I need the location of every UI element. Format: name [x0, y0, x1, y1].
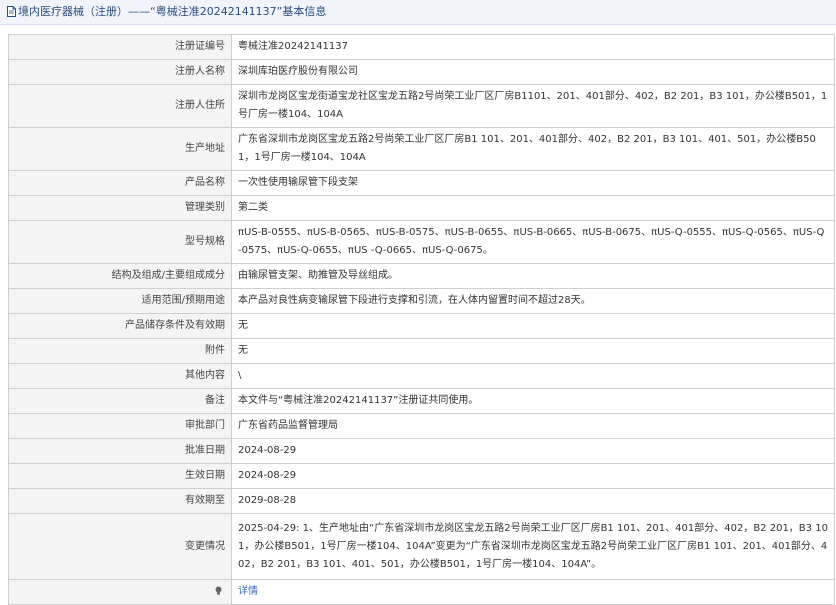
- field-value-expiry-date: 2029-08-28: [231, 488, 835, 514]
- field-value-product-name: 一次性使用输尿管下段支架: [231, 170, 835, 196]
- field-label-reg-number: 注册证编号: [8, 34, 232, 60]
- field-label-registrant-address: 注册人住所: [8, 84, 232, 128]
- table-row: 管理类别 第二类: [8, 195, 835, 221]
- field-label-attachment: 附件: [8, 338, 232, 364]
- field-label-production-address: 生产地址: [8, 127, 232, 171]
- field-label-approval-dept: 审批部门: [8, 413, 232, 439]
- page: 境内医疗器械（注册）——“粤械注准20242141137”基本信息 注册证编号粤…: [0, 0, 836, 605]
- field-label-management-class: 管理类别: [8, 195, 232, 221]
- field-value-registrant-name: 深圳库珀医疗股份有限公司: [231, 59, 835, 85]
- field-label-registrant-name: 注册人名称: [8, 59, 232, 85]
- table-row: 审批部门 广东省药品监督管理局: [8, 413, 835, 439]
- field-value-approval-date: 2024-08-29: [231, 438, 835, 464]
- field-label-other: 其他内容: [8, 363, 232, 389]
- field-label-model-spec: 型号规格: [8, 220, 232, 264]
- field-value-model-spec: πUS-B-0555、πUS-B-0565、πUS-B-0575、πUS-B-0…: [231, 220, 835, 264]
- table-row: 产品名称 一次性使用输尿管下段支架: [8, 170, 835, 196]
- table-row: 型号规格 πUS-B-0555、πUS-B-0565、πUS-B-0575、πUS…: [8, 220, 835, 264]
- field-value-other: \: [231, 363, 835, 389]
- table-row: 生效日期 2024-08-29: [8, 463, 835, 489]
- field-value-registrant-address: 深圳市龙岗区宝龙街道宝龙社区宝龙五路2号尚荣工业厂区厂房B1101、201、40…: [231, 84, 835, 128]
- field-label-approval-date: 批准日期: [8, 438, 232, 464]
- lightbulb-icon: [214, 584, 223, 595]
- registration-info-body: 注册证编号 粤械注准20242141137 注册人名称 深圳库珀医疗股份有限公司 注册人…: [8, 34, 835, 605]
- document-icon: [7, 2, 16, 17]
- footer-value: 详情: [231, 579, 835, 605]
- table-row: 备注 本文件与“粤械注准20242141137”注册证共同使用。: [8, 388, 835, 414]
- page-header: 境内医疗器械（注册）——“粤械注准20242141137”基本信息: [0, 0, 836, 25]
- field-value-remarks: 本文件与“粤械注准20242141137”注册证共同使用。: [231, 388, 835, 414]
- field-label-structure: 结构及组成/主要组成成分: [8, 263, 232, 289]
- field-value-change-history: 2025-04-29: 1、生产地址由“广东省深圳市龙岗区宝龙五路2号尚荣工业厂…: [231, 513, 835, 580]
- detail-link[interactable]: 详情: [238, 586, 258, 597]
- field-label-storage: 产品储存条件及有效期: [8, 313, 232, 339]
- registration-info-table: 注册证编号 粤械注准20242141137 注册人名称 深圳库珀医疗股份有限公司 注册人…: [8, 34, 835, 605]
- field-value-effective-date: 2024-08-29: [231, 463, 835, 489]
- table-row: 有效期至 2029-08-28: [8, 488, 835, 514]
- field-label-product-name: 产品名称: [8, 170, 232, 196]
- field-label-change-history: 变更情况: [8, 513, 232, 580]
- field-value-reg-number: 粤械注准20242141137: [231, 34, 835, 60]
- field-value-storage: 无: [231, 313, 835, 339]
- field-label-remarks: 备注: [8, 388, 232, 414]
- table-row: 附件无: [8, 338, 835, 364]
- table-row: 批准日期 2024-08-29: [8, 438, 835, 464]
- field-value-management-class: 第二类: [231, 195, 835, 221]
- table-row: 注册人住所 深圳市龙岗区宝龙街道宝龙社区宝龙五路2号尚荣工业厂区厂房B1101、2…: [8, 84, 835, 128]
- table-row: 变更情况 2025-04-29: 1、生产地址由“广东省深圳市龙岗区宝龙五路2号尚…: [8, 513, 835, 580]
- field-value-structure: 由输尿管支架、助推管及导丝组成。: [231, 263, 835, 289]
- table-row: 产品储存条件及有效期无: [8, 313, 835, 339]
- footer-label: [8, 579, 232, 605]
- table-row: 注册人名称 深圳库珀医疗股份有限公司: [8, 59, 835, 85]
- field-value-scope: 本产品对良性病变输尿管下段进行支撑和引流，在人体内留置时间不超过28天。: [231, 288, 835, 314]
- table-row: 其他内容 \: [8, 363, 835, 389]
- field-value-attachment: 无: [231, 338, 835, 364]
- table-row: 结构及组成/主要组成成分 由输尿管支架、助推管及导丝组成。: [8, 263, 835, 289]
- page-title: 境内医疗器械（注册）——“粤械注准20242141137”基本信息: [18, 5, 327, 18]
- field-value-production-address: 广东省深圳市龙岗区宝龙五路2号尚荣工业厂区厂房B1 101、201、401部分、…: [231, 127, 835, 171]
- table-row-footer: 详情: [8, 579, 835, 605]
- table-row: 注册证编号 粤械注准20242141137: [8, 34, 835, 60]
- field-label-expiry-date: 有效期至: [8, 488, 232, 514]
- table-row: 适用范围/预期用途 本产品对良性病变输尿管下段进行支撑和引流，在人体内留置时间不超…: [8, 288, 835, 314]
- field-label-scope: 适用范围/预期用途: [8, 288, 232, 314]
- field-value-approval-dept: 广东省药品监督管理局: [231, 413, 835, 439]
- table-row: 生产地址 广东省深圳市龙岗区宝龙五路2号尚荣工业厂区厂房B1 101、201、40…: [8, 127, 835, 171]
- field-label-effective-date: 生效日期: [8, 463, 232, 489]
